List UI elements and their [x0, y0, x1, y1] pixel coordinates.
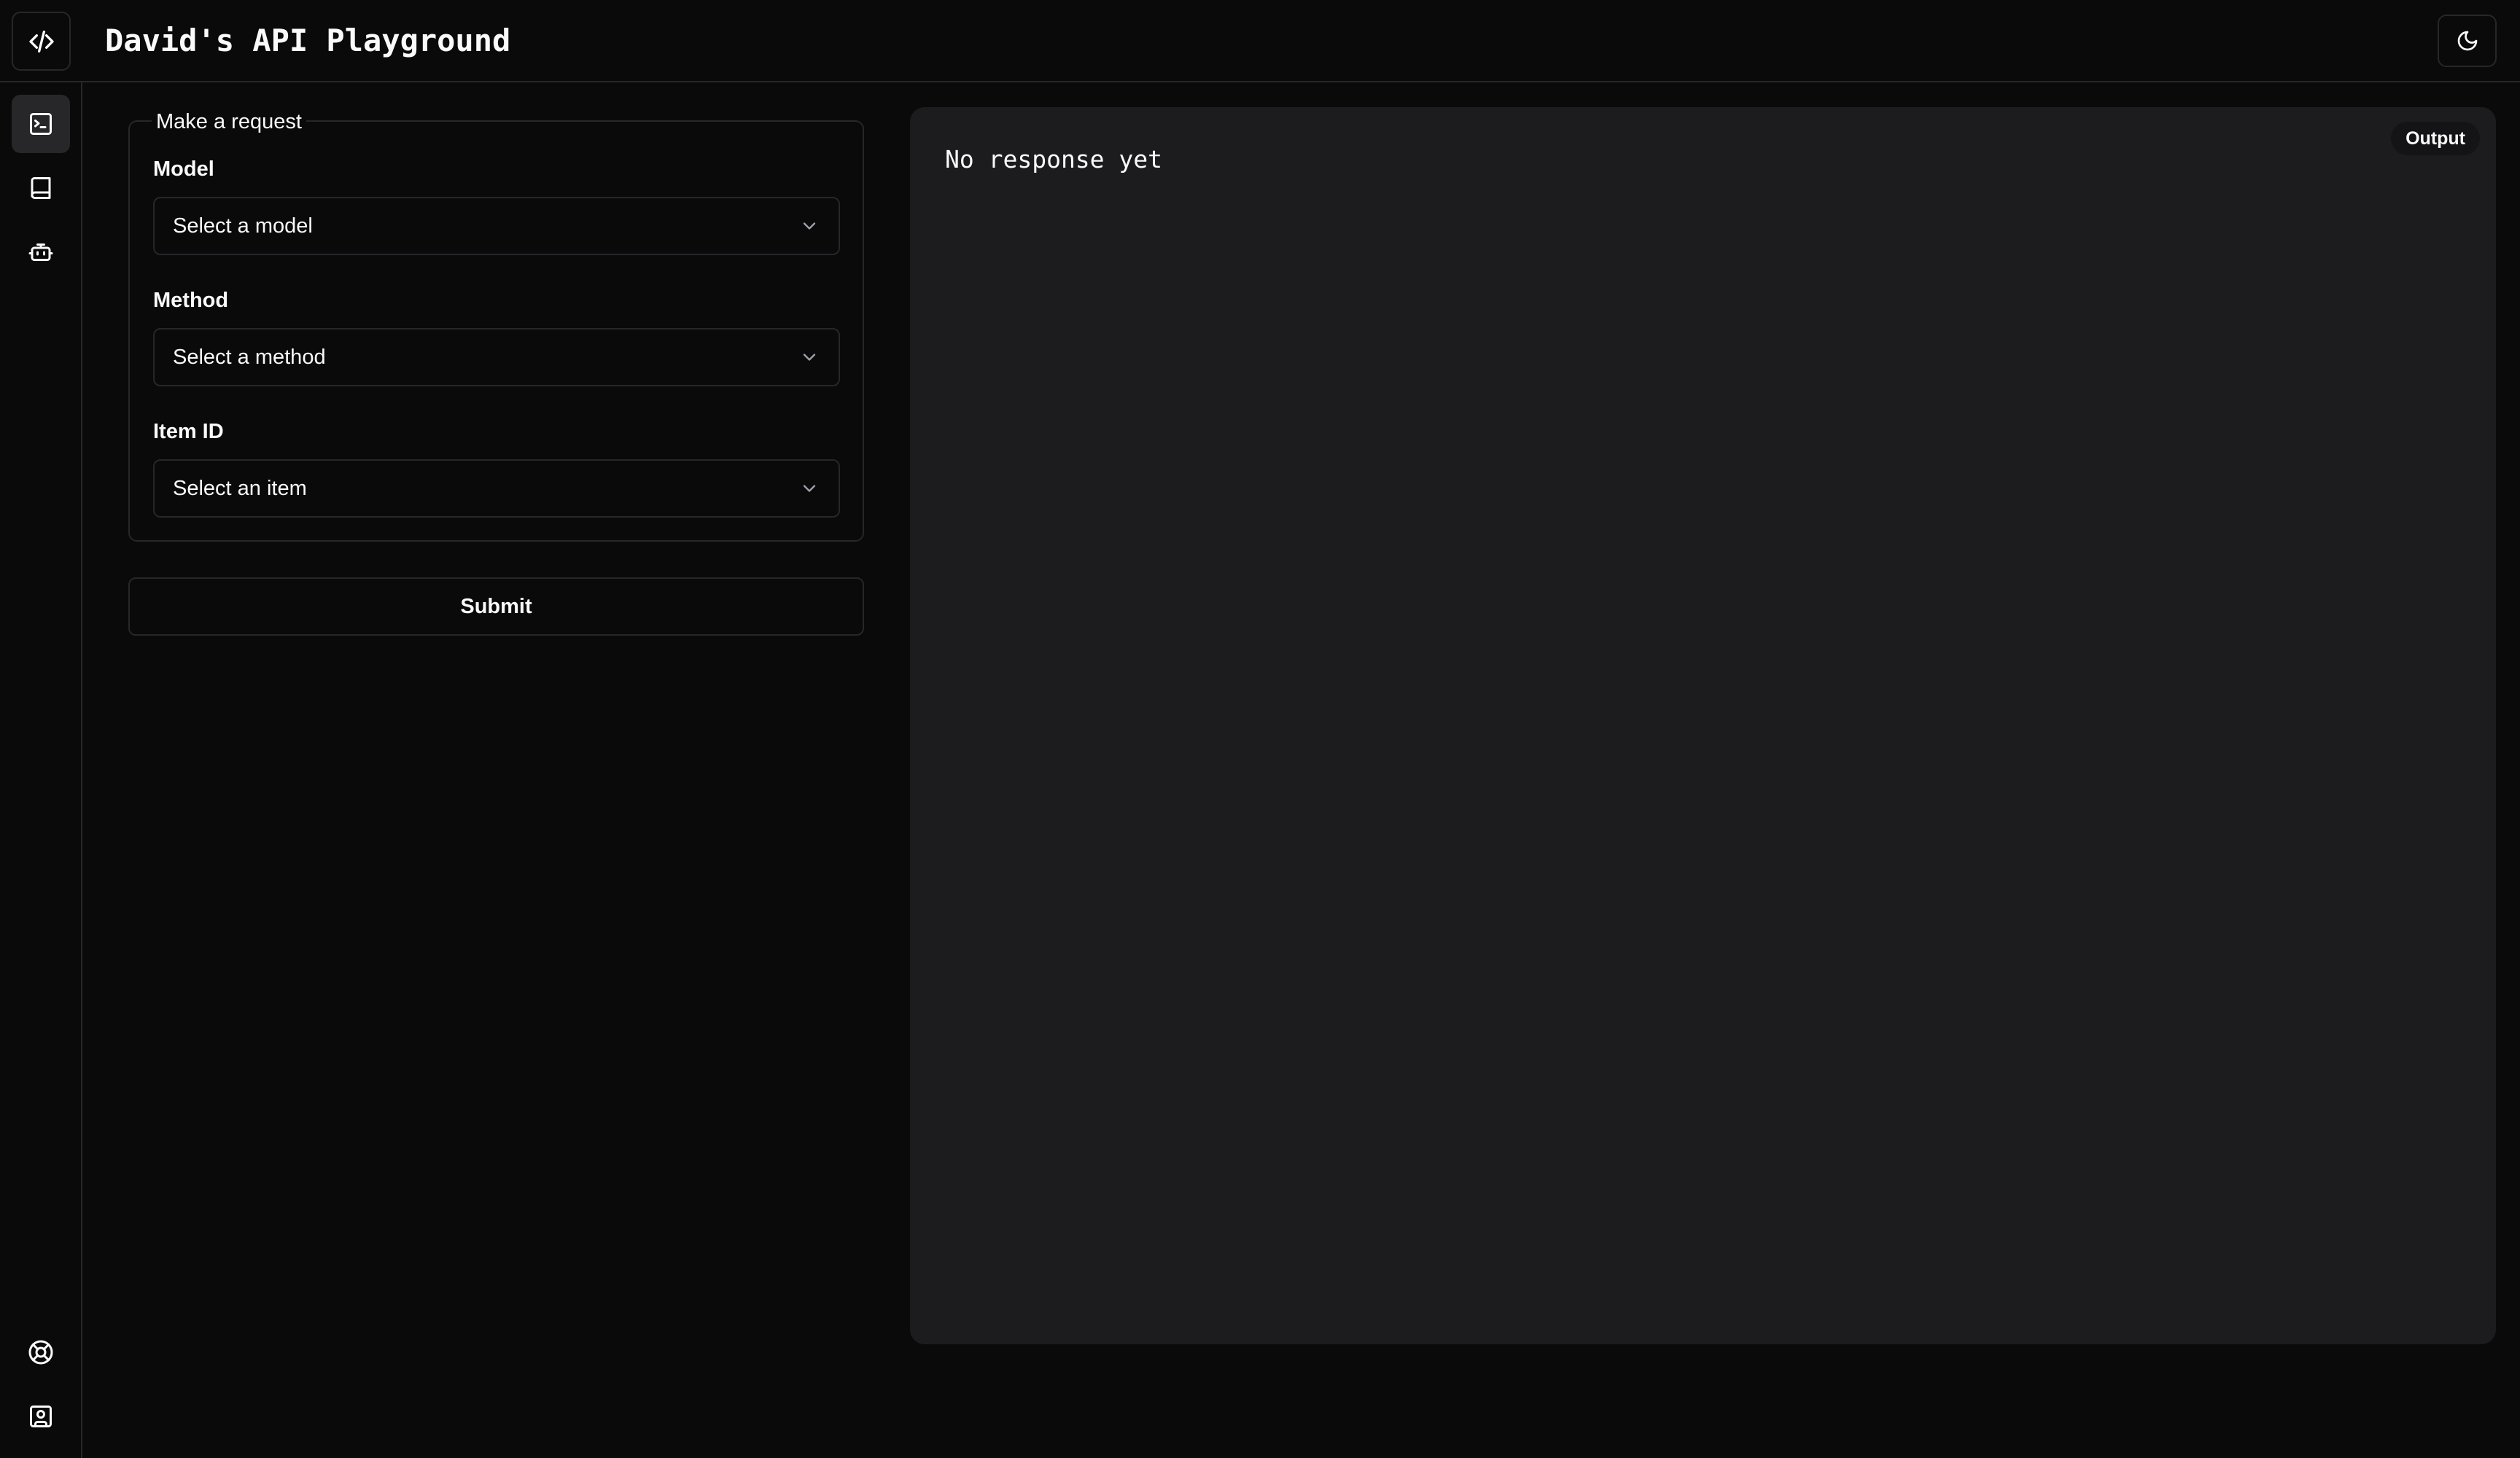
sidebar-item-account[interactable]	[12, 1387, 70, 1446]
item-id-label: Item ID	[153, 420, 224, 443]
model-label: Model	[153, 157, 214, 181]
item-id-select[interactable]: Select an item	[153, 459, 840, 518]
response-text: No response yet	[945, 145, 1163, 174]
request-form: Make a request Model Select a model Meth…	[128, 109, 864, 542]
chevron-down-icon	[799, 216, 820, 236]
theme-toggle-button[interactable]	[2438, 15, 2497, 67]
method-select-value: Select a method	[173, 346, 326, 369]
item-id-select-value: Select an item	[173, 477, 307, 500]
sidebar	[0, 82, 82, 1458]
model-select-value: Select a model	[173, 214, 313, 238]
output-badge: Output	[2391, 122, 2480, 155]
moon-icon	[2456, 29, 2479, 52]
chevron-down-icon	[799, 478, 820, 499]
method-label: Method	[153, 289, 229, 312]
sidebar-item-help[interactable]	[12, 1323, 70, 1381]
user-square-icon	[28, 1403, 54, 1430]
model-select[interactable]: Select a model	[153, 197, 840, 255]
top-header: David's API Playground	[0, 0, 2520, 82]
book-icon	[28, 175, 54, 201]
sidebar-item-bot[interactable]	[12, 223, 70, 281]
terminal-icon	[28, 111, 54, 137]
sidebar-item-terminal[interactable]	[12, 95, 70, 153]
submit-button[interactable]: Submit	[128, 577, 864, 636]
app-title: David's API Playground	[105, 23, 511, 58]
sidebar-item-docs[interactable]	[12, 159, 70, 217]
output-panel: Output No response yet	[910, 107, 2496, 1344]
code-icon	[27, 27, 56, 56]
method-select[interactable]: Select a method	[153, 328, 840, 386]
request-form-legend: Make a request	[152, 109, 306, 134]
bot-icon	[28, 239, 54, 265]
logo-button[interactable]	[12, 12, 71, 71]
life-buoy-icon	[28, 1339, 54, 1365]
chevron-down-icon	[799, 347, 820, 367]
